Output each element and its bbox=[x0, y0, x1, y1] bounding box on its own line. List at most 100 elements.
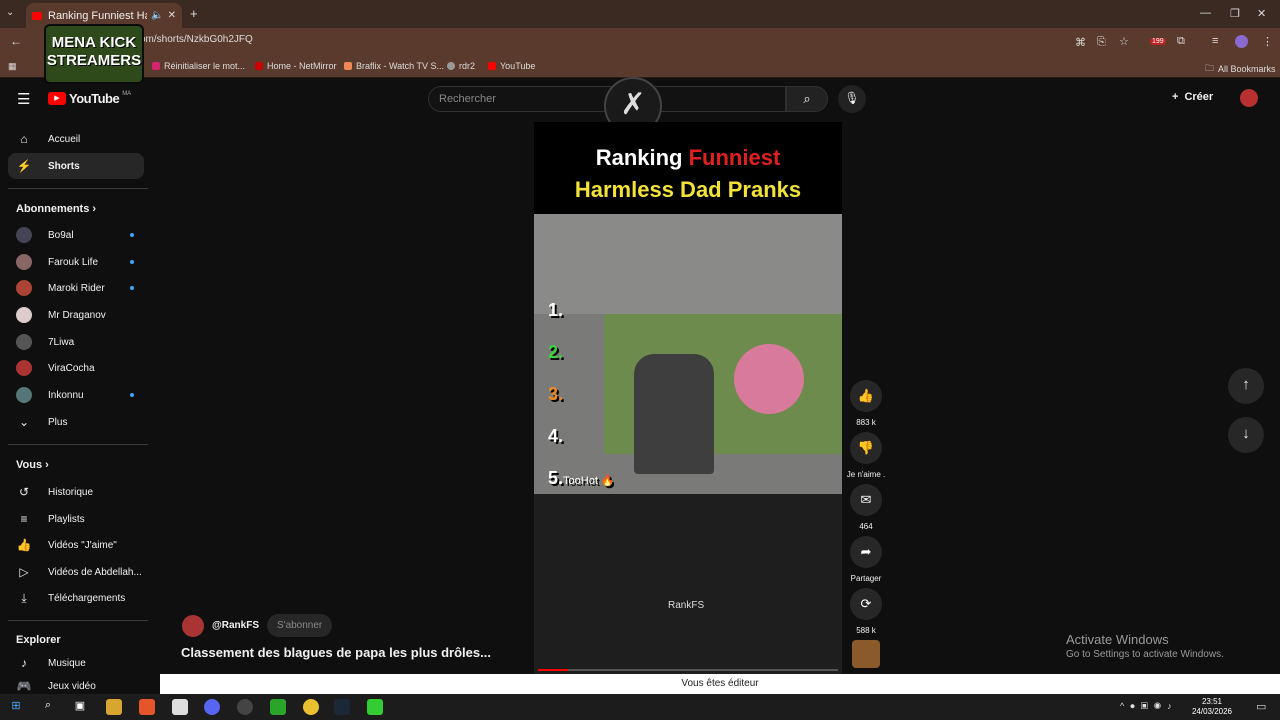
bookmark-youtube[interactable]: YouTube bbox=[488, 61, 535, 71]
tab-list-icon[interactable]: ⌄ bbox=[6, 7, 14, 18]
sidebar-item-shorts[interactable]: ⚡ Shorts bbox=[8, 153, 144, 179]
you-header[interactable]: Vous › bbox=[16, 459, 49, 471]
brave-icon[interactable] bbox=[139, 699, 155, 715]
sidebar-item-sub[interactable]: 7Liwa bbox=[8, 329, 144, 355]
activate-subtitle: Go to Settings to activate Windows. bbox=[1066, 649, 1224, 660]
sidebar-item-sub[interactable]: Bo9al bbox=[8, 222, 144, 248]
install-icon[interactable]: ⎘ bbox=[1097, 36, 1106, 49]
windows-start-icon[interactable]: ⊞ bbox=[8, 699, 24, 715]
sound-thumbnail[interactable] bbox=[852, 640, 880, 668]
channel-avatar[interactable] bbox=[182, 614, 204, 637]
bookmark-braflix[interactable]: Braflix - Watch TV S... bbox=[344, 61, 444, 71]
sidebar-label: Maroki Rider bbox=[48, 282, 105, 294]
close-tab-icon[interactable]: ✕ bbox=[168, 10, 176, 21]
profile-avatar[interactable] bbox=[1235, 35, 1248, 48]
back-icon[interactable]: ← bbox=[10, 34, 22, 48]
search-icon[interactable]: ⌕ bbox=[40, 699, 56, 715]
short-video-player[interactable]: Ranking Funniest Harmless Dad Pranks 1. … bbox=[534, 122, 842, 674]
remix-count: 588 k bbox=[856, 626, 876, 635]
new-tab-icon[interactable]: + bbox=[190, 6, 198, 21]
sidebar-item-more[interactable]: ⌄ Plus bbox=[8, 409, 144, 435]
sidebar-item-sub[interactable]: ViraCocha bbox=[8, 355, 144, 381]
like-count: 883 k bbox=[856, 418, 876, 427]
youtube-logo[interactable]: ▶ YouTube MA bbox=[48, 91, 131, 106]
youtube-favicon-icon bbox=[32, 11, 42, 20]
minimize-icon[interactable]: — bbox=[1200, 7, 1211, 19]
all-bookmarks[interactable]: 🗀 All Bookmarks bbox=[1205, 61, 1276, 77]
comment-count: 464 bbox=[859, 522, 873, 531]
task-view-icon[interactable]: ▣ bbox=[72, 699, 88, 715]
sidebar-item-sub[interactable]: Farouk Life bbox=[8, 249, 144, 275]
discord-icon[interactable] bbox=[204, 699, 220, 715]
bookmark-rdr2[interactable]: rdr2 bbox=[447, 61, 475, 71]
sidebar-item-sub[interactable]: Mr Draganov bbox=[8, 302, 144, 328]
steam-icon[interactable] bbox=[334, 699, 350, 715]
sidebar-item-your-videos[interactable]: ▷ Vidéos de Abdellah... bbox=[8, 559, 144, 585]
extension-badge[interactable]: 199 bbox=[1150, 38, 1166, 45]
clock-date: 24/03/2026 bbox=[1191, 707, 1232, 716]
extensions-icon[interactable]: ⧉ bbox=[1177, 35, 1185, 48]
store-icon[interactable] bbox=[172, 699, 188, 715]
bookmark-label: Home - NetMirror bbox=[267, 61, 337, 71]
video-title[interactable]: Classement des blagues de papa les plus … bbox=[181, 645, 491, 660]
sidebar-item-gaming[interactable]: 🎮 Jeux vidéo bbox=[8, 676, 144, 696]
share-button[interactable]: ➦ Partager bbox=[850, 536, 882, 583]
comments-button[interactable]: ✉ 464 bbox=[850, 484, 882, 531]
sidebar-item-music[interactable]: ♪ Musique bbox=[8, 650, 144, 676]
bookmark-instagram[interactable]: Réinitialiser le mot... bbox=[152, 61, 245, 71]
app-icon[interactable] bbox=[237, 699, 253, 715]
title-white: Ranking bbox=[595, 145, 689, 170]
next-short-button[interactable]: ↓ bbox=[1228, 417, 1264, 453]
sidebar-item-sub[interactable]: Maroki Rider bbox=[8, 275, 144, 301]
account-avatar[interactable] bbox=[1240, 89, 1258, 107]
chrome-icon[interactable] bbox=[303, 699, 319, 715]
thumbs-up-icon: 👍 bbox=[850, 380, 882, 412]
create-button[interactable]: + Créer bbox=[1172, 91, 1213, 103]
bookmark-star-icon[interactable]: ☆ bbox=[1119, 35, 1129, 48]
voice-search-button[interactable]: 🎙 bbox=[838, 85, 866, 113]
previous-short-button[interactable]: ↑ bbox=[1228, 368, 1264, 404]
mute-icon[interactable]: 🔈 bbox=[151, 10, 163, 21]
url-field[interactable]: om/shorts/NzkbG0h2JFQ bbox=[140, 34, 253, 45]
youtube-icon bbox=[488, 62, 496, 70]
sidebar-label: Mr Draganov bbox=[48, 309, 106, 321]
instagram-icon bbox=[152, 62, 160, 70]
notifications-icon[interactable]: ▭ bbox=[1256, 700, 1266, 713]
media-icon[interactable]: ≡ bbox=[1212, 35, 1218, 47]
search-icon: ⌕ bbox=[803, 91, 811, 106]
sidebar-item-downloads[interactable]: ⤓ Téléchargements bbox=[8, 585, 144, 611]
sidebar-item-liked[interactable]: 👍 Vidéos "J'aime" bbox=[8, 532, 144, 558]
channel-handle[interactable]: @RankFS bbox=[212, 620, 259, 631]
video-frame: 1. 2. 3. 4. 5.TooHot 🔥 RankFS bbox=[534, 214, 842, 674]
translate-icon[interactable]: ⌘ bbox=[1075, 36, 1086, 49]
sidebar-label: Inkonnu bbox=[48, 389, 84, 401]
mic-icon: 🎙 bbox=[844, 91, 860, 105]
hamburger-menu-icon[interactable]: ☰ bbox=[17, 90, 30, 108]
apps-icon[interactable]: ▦ bbox=[8, 61, 17, 72]
xbox-icon[interactable] bbox=[270, 699, 286, 715]
dislike-label: Je n'aime . bbox=[846, 470, 886, 479]
like-button[interactable]: 👍 883 k bbox=[850, 380, 882, 427]
system-tray-icons[interactable]: ^⏺▣◉♪ bbox=[1120, 701, 1178, 712]
progress-bar[interactable] bbox=[538, 669, 838, 671]
restore-icon[interactable]: ❐ bbox=[1230, 7, 1240, 20]
sidebar-item-history[interactable]: ↺ Historique bbox=[8, 479, 144, 505]
close-window-icon[interactable]: ✕ bbox=[1257, 7, 1266, 20]
title-yellow: Harmless Dad Pranks bbox=[574, 177, 802, 202]
download-icon: ⤓ bbox=[21, 590, 27, 605]
remix-button[interactable]: ⟳ 588 k bbox=[850, 588, 882, 635]
folder-icon: 🗀 bbox=[1205, 63, 1215, 73]
dislike-button[interactable]: 👎 Je n'aime . bbox=[847, 432, 885, 479]
bookmark-netmirror[interactable]: Home - NetMirror bbox=[255, 61, 337, 71]
kick-icon[interactable] bbox=[367, 699, 383, 715]
file-explorer-icon[interactable] bbox=[106, 699, 122, 715]
system-clock[interactable]: 23:51 24/03/2026 bbox=[1192, 697, 1232, 717]
menu-icon[interactable]: ⋮ bbox=[1262, 35, 1273, 48]
sidebar-item-playlists[interactable]: ≡ Playlists bbox=[8, 506, 144, 532]
search-button[interactable]: ⌕ bbox=[786, 86, 828, 112]
sidebar-item-home[interactable]: ⌂ Accueil bbox=[8, 126, 144, 152]
windows-taskbar: ⊞ ⌕ ▣ ^⏺▣◉♪ 23:51 24/03/2026 ▭ bbox=[0, 694, 1280, 720]
sidebar-item-sub[interactable]: Inkonnu bbox=[8, 382, 144, 408]
subscriptions-header[interactable]: Abonnements › bbox=[16, 203, 96, 215]
subscribe-button[interactable]: S'abonner bbox=[266, 614, 333, 637]
